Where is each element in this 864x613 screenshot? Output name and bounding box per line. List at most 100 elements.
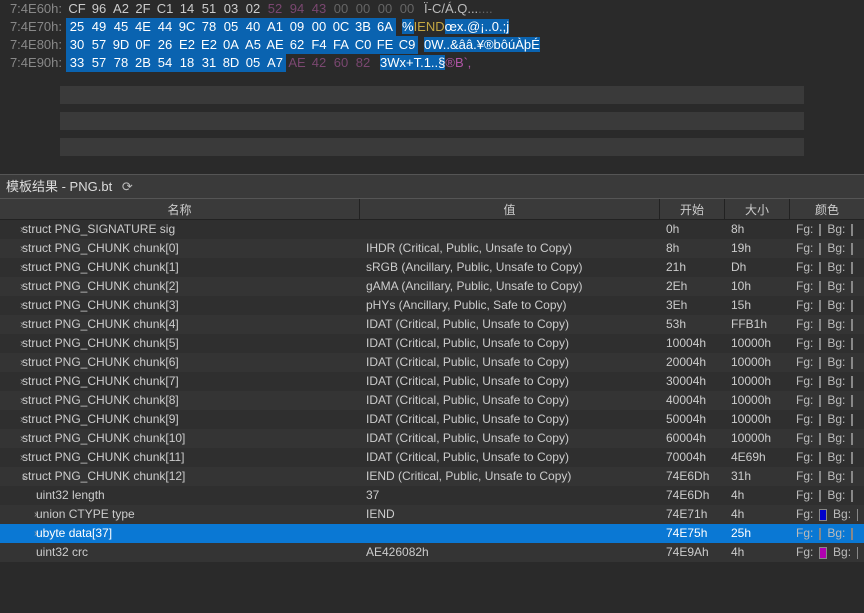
fg-swatch[interactable] [819,357,821,369]
template-results-title[interactable]: 模板结果 - PNG.bt ⟳ [0,174,864,198]
fg-swatch[interactable] [819,376,821,388]
fg-swatch[interactable] [819,338,821,350]
table-row[interactable]: ›struct PNG_CHUNK chunk[9]IDAT (Critical… [0,410,864,429]
header-size[interactable]: 大小 [725,199,790,219]
hex-byte[interactable]: E2 [176,36,198,54]
bg-swatch[interactable] [851,528,853,540]
hex-byte[interactable]: C0 [352,36,374,54]
fg-swatch[interactable] [819,243,821,255]
hex-byte[interactable]: AE [286,54,308,72]
hex-byte[interactable]: 6A [374,18,396,36]
chevron-icon[interactable]: › [6,334,20,353]
hex-byte[interactable]: 05 [220,18,242,36]
hex-byte[interactable]: 82 [352,54,374,72]
hex-byte[interactable]: 0F [132,36,154,54]
table-row[interactable]: ›ubyte data[37]74E75h25hFg:Bg: [0,524,864,543]
chevron-icon[interactable]: › [6,296,20,315]
fg-swatch[interactable] [819,547,827,559]
header-start[interactable]: 开始 [660,199,725,219]
hex-bytes[interactable]: CF96A22FC11451030252944300000000 [66,0,418,18]
chevron-icon[interactable]: › [6,258,20,277]
fg-swatch[interactable] [819,300,821,312]
table-row[interactable]: ›struct PNG_CHUNK chunk[0]IHDR (Critical… [0,239,864,258]
hex-byte[interactable]: 51 [198,0,220,18]
fg-swatch[interactable] [819,262,821,274]
bg-swatch[interactable] [851,243,853,255]
row-color[interactable]: Fg:Bg: [790,391,864,410]
chevron-icon[interactable]: › [6,239,20,258]
hex-byte[interactable]: 40 [242,18,264,36]
fg-swatch[interactable] [819,490,821,502]
hex-byte[interactable]: 00 [396,0,418,18]
hex-byte[interactable]: A2 [110,0,132,18]
bg-swatch[interactable] [851,319,853,331]
hex-byte[interactable]: A7 [264,54,286,72]
bg-swatch[interactable] [851,262,853,274]
chevron-icon[interactable]: › [6,410,20,429]
bg-swatch[interactable] [851,281,853,293]
hex-byte[interactable]: 96 [88,0,110,18]
table-row[interactable]: ›struct PNG_CHUNK chunk[4]IDAT (Critical… [0,315,864,334]
row-color[interactable]: Fg:Bg: [790,353,864,372]
fg-swatch[interactable] [819,452,821,464]
table-row[interactable]: ›union CTYPE typeIEND74E71h4hFg:Bg: [0,505,864,524]
bg-swatch[interactable] [851,490,853,502]
chevron-icon[interactable]: › [6,277,20,296]
hex-byte[interactable]: 52 [264,0,286,18]
hex-byte[interactable]: 00 [352,0,374,18]
chevron-icon[interactable]: › [6,505,34,524]
row-color[interactable]: Fg:Bg: [790,220,864,239]
hex-byte[interactable]: 25 [66,18,88,36]
table-row[interactable]: ›struct PNG_CHUNK chunk[5]IDAT (Critical… [0,334,864,353]
table-row[interactable]: uint32 length3774E6Dh4hFg:Bg: [0,486,864,505]
hex-byte[interactable]: F4 [308,36,330,54]
fg-swatch[interactable] [819,395,821,407]
table-row[interactable]: ⌄struct PNG_CHUNK chunk[12]IEND (Critica… [0,467,864,486]
fg-swatch[interactable] [819,509,827,521]
hex-byte[interactable]: 00 [374,0,396,18]
hex-editor[interactable]: 7:4E60h:CF96A22FC11451030252944300000000… [0,0,864,72]
hex-ascii[interactable]: %IENDœx.@¡..0.;j [402,18,509,36]
chevron-icon[interactable]: › [6,429,20,448]
row-color[interactable]: Fg:Bg: [790,296,864,315]
table-row[interactable]: ›struct PNG_CHUNK chunk[1]sRGB (Ancillar… [0,258,864,277]
hex-byte[interactable]: 31 [198,54,220,72]
row-color[interactable]: Fg:Bg: [790,258,864,277]
bg-swatch[interactable] [851,414,853,426]
hex-byte[interactable]: 49 [88,18,110,36]
table-row[interactable]: ›struct PNG_CHUNK chunk[8]IDAT (Critical… [0,391,864,410]
hex-byte[interactable]: A5 [242,36,264,54]
fg-swatch[interactable] [819,471,821,483]
header-color[interactable]: 颜色 [790,199,864,219]
bg-swatch[interactable] [851,357,853,369]
fg-swatch[interactable] [819,281,821,293]
hex-byte[interactable]: C1 [154,0,176,18]
hex-byte[interactable]: 8D [220,54,242,72]
bg-swatch[interactable] [851,452,853,464]
hex-byte[interactable]: 0A [220,36,242,54]
table-row[interactable]: ›struct PNG_CHUNK chunk[11]IDAT (Critica… [0,448,864,467]
table-row[interactable]: ›struct PNG_CHUNK chunk[3]pHYs (Ancillar… [0,296,864,315]
hex-byte[interactable]: 00 [330,0,352,18]
hex-byte[interactable]: 05 [242,54,264,72]
row-color[interactable]: Fg:Bg: [790,372,864,391]
row-color[interactable]: Fg:Bg: [790,543,864,562]
refresh-icon[interactable]: ⟳ [122,179,133,194]
hex-byte[interactable]: 4E [132,18,154,36]
hex-ascii[interactable]: 0W..&ââ.¥®bôúÀþÉ [424,36,540,54]
bg-swatch[interactable] [851,433,853,445]
row-color[interactable]: Fg:Bg: [790,448,864,467]
hex-byte[interactable]: 3B [352,18,374,36]
row-color[interactable]: Fg:Bg: [790,334,864,353]
hex-byte[interactable]: 60 [330,54,352,72]
hex-byte[interactable]: 78 [110,54,132,72]
header-name[interactable]: 名称 [0,199,360,219]
row-color[interactable]: Fg:Bg: [790,277,864,296]
row-color[interactable]: Fg:Bg: [790,315,864,334]
table-row[interactable]: ›struct PNG_CHUNK chunk[6]IDAT (Critical… [0,353,864,372]
hex-byte[interactable]: FA [330,36,352,54]
table-row[interactable]: ›struct PNG_SIGNATURE sig0h8hFg:Bg: [0,220,864,239]
hex-byte[interactable]: 9C [176,18,198,36]
hex-byte[interactable]: 00 [308,18,330,36]
hex-byte[interactable]: 2F [132,0,154,18]
